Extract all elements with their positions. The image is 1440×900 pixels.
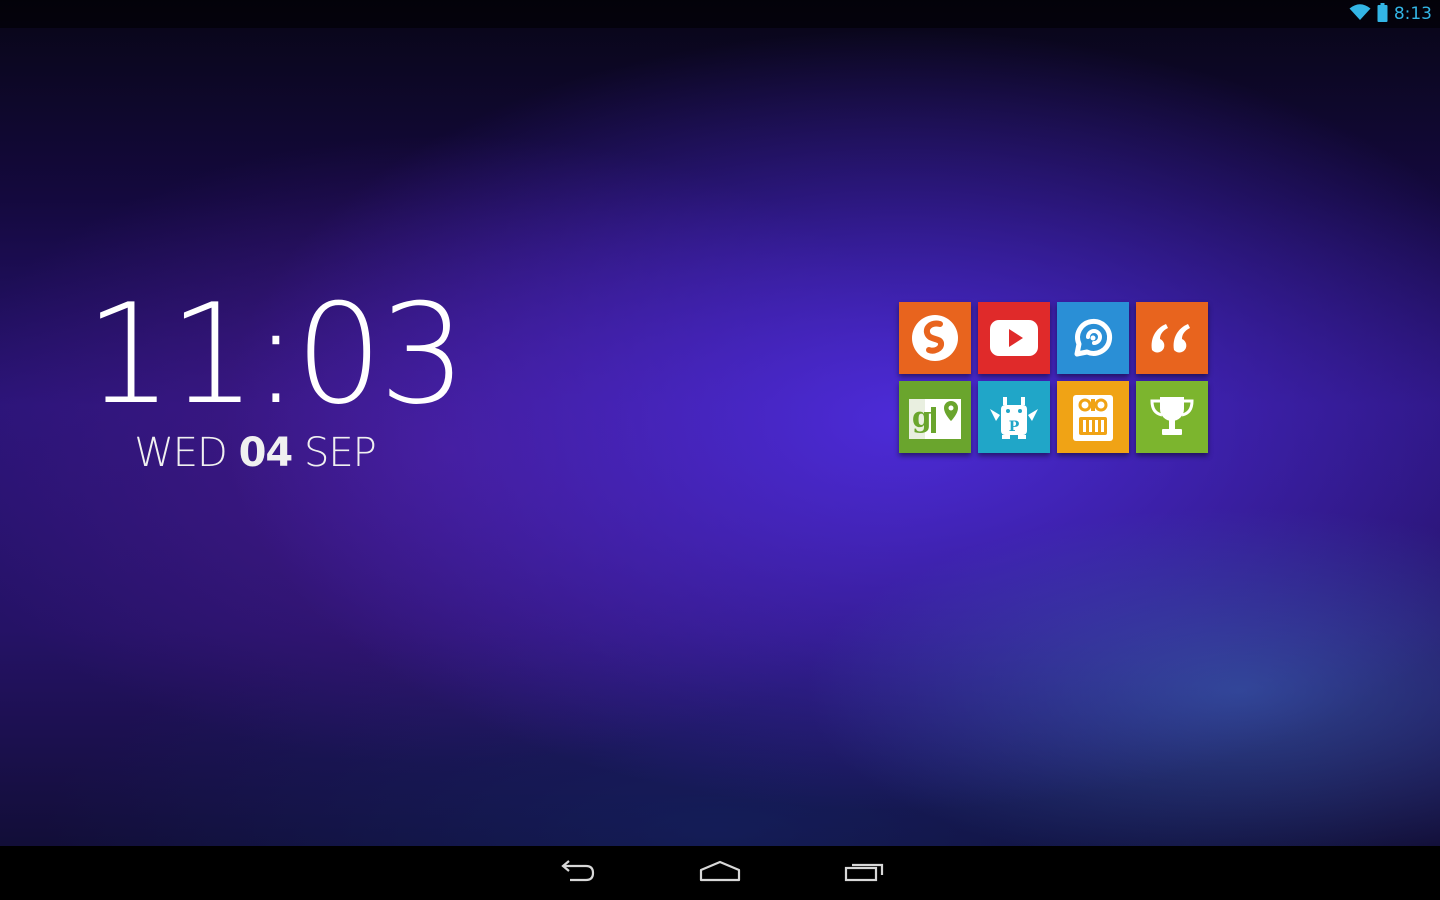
app-gmaps[interactable]: g [899, 381, 971, 453]
clock-weekday: WED [134, 430, 228, 476]
back-icon [556, 859, 596, 887]
svg-text:g: g [912, 401, 932, 434]
soundhound-icon [907, 310, 963, 366]
back-button[interactable] [546, 856, 606, 890]
status-time: 8:13 [1393, 4, 1432, 24]
battery-icon [1377, 2, 1388, 26]
clock-day: 04 [238, 430, 294, 476]
monster-p-icon: P [984, 387, 1044, 447]
shazam-like-icon [1065, 310, 1121, 366]
home-button[interactable] [690, 856, 750, 890]
app-trophy[interactable] [1136, 381, 1208, 453]
app-soundhound[interactable] [899, 302, 971, 374]
app-temple-run[interactable] [1057, 381, 1129, 453]
home-screen: 8:13 11:03 WED 04 SEP g P [0, 0, 1440, 900]
svg-text:P: P [1009, 419, 1020, 435]
app-quotes[interactable] [1136, 302, 1208, 374]
recents-icon [844, 859, 886, 887]
app-monster[interactable]: P [978, 381, 1050, 453]
app-grid: g P [899, 302, 1208, 453]
home-icon [699, 860, 741, 886]
clock-month: SEP [303, 430, 377, 476]
navigation-bar [0, 846, 1440, 900]
youtube-icon [986, 310, 1042, 366]
clock-date: WED 04 SEP [85, 430, 425, 476]
clock-time: 11:03 [85, 274, 467, 435]
trophy-icon [1144, 389, 1200, 445]
app-shazam[interactable] [1057, 302, 1129, 374]
status-icons: 8:13 [1349, 2, 1432, 26]
clock-widget[interactable]: 11:03 WED 04 SEP [85, 274, 467, 477]
status-bar: 8:13 [0, 0, 1440, 28]
app-youtube[interactable] [978, 302, 1050, 374]
wifi-icon [1349, 3, 1371, 25]
gmaps-icon: g [905, 387, 965, 447]
recents-button[interactable] [835, 856, 895, 890]
quotes-icon [1144, 310, 1200, 366]
temple-run-icon [1063, 387, 1123, 447]
